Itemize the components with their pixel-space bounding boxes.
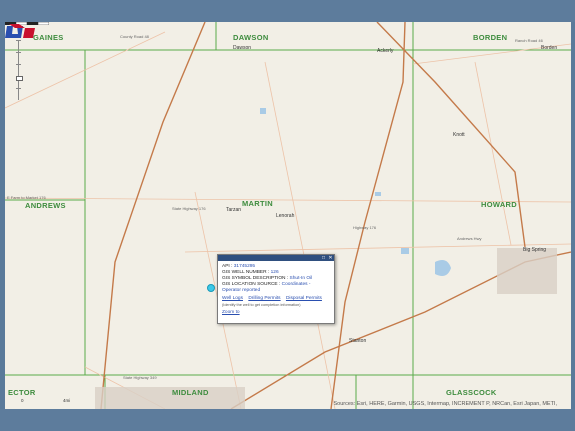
road-label: E Farm to Market 176 <box>7 195 46 200</box>
county-label-dawson: DAWSON <box>233 33 269 42</box>
top-toolbar <box>0 0 575 22</box>
well-marker-icon[interactable] <box>207 284 215 292</box>
map-canvas[interactable]: GAINES DAWSON BORDEN ANDREWS MARTIN HOWA… <box>5 22 571 409</box>
road-label: Ranch Road 46 <box>515 38 543 43</box>
town-stanton: Stanton <box>349 338 367 344</box>
popup-header: □ ✕ <box>218 255 334 261</box>
town-big-spring: Big Spring <box>523 247 547 253</box>
scale-label: 4mi <box>63 398 71 403</box>
symbol-value: Shut-In Oil <box>289 276 313 281</box>
zoom-tick <box>16 52 21 53</box>
well-number-value: 126 <box>270 270 279 275</box>
close-icon[interactable]: ✕ <box>328 255 333 261</box>
town-lenorah: Lenorah <box>276 213 295 219</box>
well-number-label: GIS WELL NUMBER : <box>222 270 270 275</box>
map-credits: Sources: Esri, HERE, Garmin, USGS, Inter… <box>333 401 557 407</box>
drilling-permits-link[interactable]: Drilling Permits <box>248 296 280 301</box>
well-logs-link[interactable]: Well Logs <box>222 296 243 301</box>
town-dawson: Dawson <box>233 45 252 51</box>
county-label-midland: MIDLAND <box>172 388 209 397</box>
bottom-toolbar <box>0 409 575 431</box>
town-tarzan: Tarzan <box>226 207 242 213</box>
rrc-logo <box>5 24 35 38</box>
county-label-martin: MARTIN <box>242 199 273 208</box>
zoom-tick <box>16 64 21 65</box>
scale-zero: 0 <box>21 398 24 403</box>
road-label: State Highway 176 <box>172 206 206 211</box>
location-source-label: GIS LOCATION SOURCE : <box>222 282 281 287</box>
county-label-borden: BORDEN <box>473 33 508 42</box>
town-borden: Borden <box>541 45 558 51</box>
town-knott: Knott <box>453 132 465 138</box>
disposal-permits-link[interactable]: Disposal Permits <box>286 296 322 301</box>
symbol-label: GIS SYMBOL DESCRIPTION : <box>222 276 289 281</box>
road-label: County Road 48 <box>120 34 149 39</box>
zoom-tick <box>16 88 21 89</box>
road-label: State Highway 349 <box>123 375 157 380</box>
zoom-slider[interactable] <box>16 40 23 100</box>
popup-note: (Identify the well to get completion inf… <box>222 303 301 307</box>
well-info-popup: □ ✕ API : 31745295 GIS WELL NUMBER : 126… <box>217 254 335 324</box>
road-label: Andrews Hwy <box>457 236 482 241</box>
county-label-andrews: ANDREWS <box>25 201 66 210</box>
api-value: 31745295 <box>233 264 256 269</box>
county-label-ector: ECTOR <box>8 388 36 397</box>
road-label: Highway 176 <box>353 225 377 230</box>
zoom-slider-track <box>18 40 19 100</box>
zoom-to-link[interactable]: Zoom to <box>222 310 240 315</box>
county-label-glasscock: GLASSCOCK <box>446 388 497 397</box>
county-label-howard: HOWARD <box>481 200 517 209</box>
town-ackerly: Ackerly <box>377 48 394 54</box>
minimize-icon[interactable]: □ <box>321 255 326 261</box>
api-label: API : <box>222 264 233 269</box>
zoom-slider-thumb[interactable] <box>16 76 23 81</box>
